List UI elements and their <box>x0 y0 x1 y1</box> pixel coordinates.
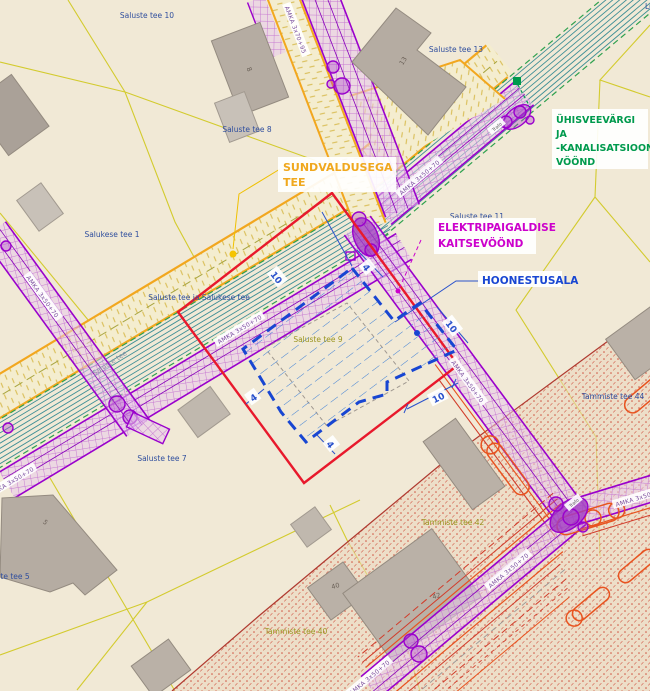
sundvaldusega-label-line1: SUNDVALDUSEGA <box>283 161 393 174</box>
sundvaldusega-label-line2: TEE <box>283 176 306 189</box>
green-zone-line1: ÜHISVEEVÄRGI <box>556 115 635 126</box>
green-zone-line2: JA <box>555 129 568 140</box>
parcel-label-tammiste-44: Tammiste tee 44 <box>581 392 645 401</box>
parcel-label-saluste-9: Saluste tee 9 <box>293 335 343 344</box>
detail-plan-map: 8 13 5 40 42 <box>0 0 650 691</box>
green-zone-line3: -KANALISATSIOONI <box>556 143 650 154</box>
parcel-label-saluste-5: Saluste tee 5 <box>0 572 30 581</box>
parcel-label-salukese-1: Salukese tee 1 <box>84 230 139 239</box>
elektri-label-line2: KAITSEVÖÖND <box>438 236 524 250</box>
elektri-label-line1: ELEKTRIPAIGALDISE <box>438 222 556 234</box>
parcel-label-saluste-10: Saluste tee 10 <box>120 11 174 20</box>
parcel-label-saluste-13: Saluste tee 13 <box>429 45 483 54</box>
sundvaldusega-dot <box>230 251 237 258</box>
parcel-label-saluste-7: Saluste tee 7 <box>137 454 187 463</box>
parcel-label-tammiste-42: Tammiste tee 42 <box>421 518 485 527</box>
parcel-label-tammiste-40: Tammiste tee 40 <box>264 627 328 636</box>
parcel-label-saluste-8: Saluste tee 8 <box>222 125 272 134</box>
elektri-dot <box>396 289 401 294</box>
parcel-label-corner: Lüst <box>645 2 650 11</box>
green-node <box>513 77 521 85</box>
plan-canvas: 8 13 5 40 42 <box>0 0 650 691</box>
hoonestusala-label: HOONESTUSALA <box>482 275 579 287</box>
parcel-label-saluste-ja-salukese: Saluste tee ja Salukese tee <box>148 293 250 302</box>
green-zone-line4: VÖÖND <box>556 157 595 168</box>
